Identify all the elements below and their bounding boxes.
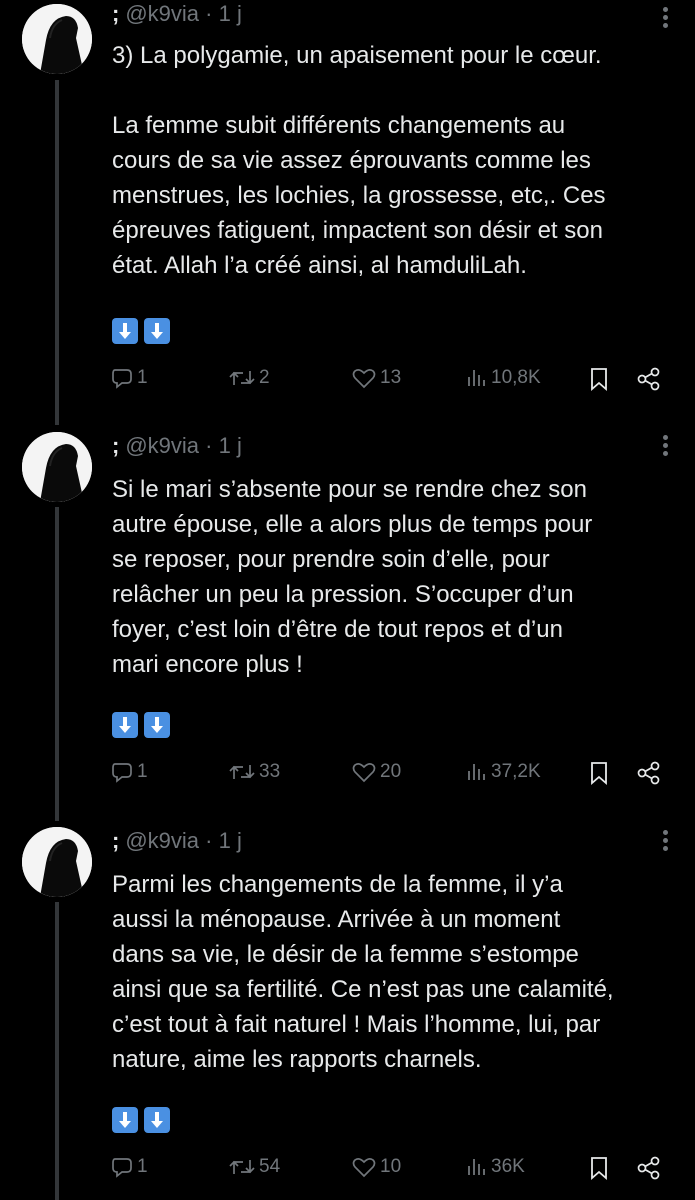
like-count: 13 [380, 367, 402, 388]
more-vertical-icon[interactable] [661, 827, 669, 855]
views-bar-chart-icon [468, 764, 485, 780]
author-handle[interactable]: @k9via [125, 828, 199, 853]
tweet[interactable]: ; @k9via · 1 j Parmi les changements de l… [0, 805, 695, 1200]
avatar[interactable] [22, 4, 92, 74]
share-button[interactable] [636, 366, 662, 392]
retweet-icon [229, 1160, 255, 1174]
author-name[interactable]: ; [112, 828, 119, 853]
heart-icon [352, 369, 376, 389]
reply-count: 1 [137, 367, 148, 388]
views-button[interactable]: 37,2K [466, 760, 541, 784]
share-button[interactable] [636, 760, 662, 786]
emoji-arrows [112, 1107, 170, 1133]
tweet-text: Si le mari s’absente pour se rendre chez… [112, 476, 593, 678]
views-button[interactable]: 36K [466, 1155, 525, 1179]
retweet-button[interactable]: 2 [228, 366, 270, 390]
retweet-button[interactable]: 33 [228, 760, 280, 784]
emoji-arrows [112, 318, 170, 344]
bookmark-button[interactable] [588, 366, 610, 392]
more-vertical-icon[interactable] [661, 4, 669, 32]
tweet-actions: 1 54 10 36K [108, 1155, 668, 1185]
bookmark-button[interactable] [588, 1155, 610, 1181]
reply-count: 1 [137, 1156, 148, 1177]
author-name[interactable]: ; [112, 433, 119, 458]
reply-button[interactable]: 1 [110, 366, 148, 390]
tweet-time[interactable]: 1 j [219, 828, 242, 853]
share-icon [637, 761, 660, 785]
retweet-button[interactable]: 54 [228, 1155, 280, 1179]
bookmark-icon [591, 762, 607, 785]
avatar[interactable] [22, 827, 92, 897]
down-arrow-emoji-icon [144, 1107, 170, 1133]
view-count: 36K [491, 1156, 525, 1177]
author-name[interactable]: ; [112, 1, 119, 26]
tweet-header: ; @k9via · 1 j [112, 0, 242, 28]
tweet[interactable]: ; @k9via · 1 j 3) La polygamie, un apaise… [0, 0, 695, 410]
tweet-text: Parmi les changements de la femme, il y’… [112, 871, 614, 1073]
like-count: 10 [380, 1156, 402, 1177]
down-arrow-emoji-icon [112, 1107, 138, 1133]
views-button[interactable]: 10,8K [466, 366, 541, 390]
view-count: 10,8K [491, 367, 541, 388]
down-arrow-emoji-icon [112, 712, 138, 738]
bookmark-icon [591, 1157, 607, 1180]
retweet-count: 33 [259, 761, 281, 782]
share-icon [637, 1156, 660, 1180]
tweet-text: 3) La polygamie, un apaisement pour le c… [112, 42, 606, 279]
separator-dot: · [199, 828, 219, 853]
retweet-count: 2 [259, 367, 270, 388]
down-arrow-emoji-icon [144, 318, 170, 344]
like-button[interactable]: 20 [351, 760, 401, 784]
reply-icon [112, 1158, 132, 1178]
reply-count: 1 [137, 761, 148, 782]
separator-dot: · [199, 1, 219, 26]
like-button[interactable]: 10 [351, 1155, 401, 1179]
tweet-actions: 1 2 13 10,8K [108, 366, 668, 396]
reply-icon [112, 763, 132, 783]
bookmark-icon [591, 368, 607, 391]
tweet-header: ; @k9via · 1 j [112, 827, 242, 855]
share-button[interactable] [636, 1155, 662, 1181]
retweet-icon [229, 765, 255, 779]
reply-icon [112, 369, 132, 389]
views-bar-chart-icon [468, 370, 485, 386]
tweet-time[interactable]: 1 j [219, 433, 242, 458]
retweet-count: 54 [259, 1156, 281, 1177]
bookmark-button[interactable] [588, 760, 610, 786]
more-vertical-icon[interactable] [661, 432, 669, 460]
separator-dot: · [199, 433, 219, 458]
tweet-time[interactable]: 1 j [219, 1, 242, 26]
tweet-header: ; @k9via · 1 j [112, 432, 242, 460]
avatar[interactable] [22, 432, 92, 502]
views-bar-chart-icon [468, 1159, 485, 1175]
author-handle[interactable]: @k9via [125, 433, 199, 458]
heart-icon [352, 1158, 376, 1178]
tweet[interactable]: ; @k9via · 1 j Si le mari s’absente pour … [0, 410, 695, 805]
like-button[interactable]: 13 [351, 366, 401, 390]
down-arrow-emoji-icon [112, 318, 138, 344]
heart-icon [352, 763, 376, 783]
emoji-arrows [112, 712, 170, 738]
author-handle[interactable]: @k9via [125, 1, 199, 26]
reply-button[interactable]: 1 [110, 760, 148, 784]
down-arrow-emoji-icon [144, 712, 170, 738]
view-count: 37,2K [491, 761, 541, 782]
share-icon [637, 367, 660, 391]
timeline-feed: ; @k9via · 1 j 3) La polygamie, un apaise… [0, 0, 695, 1200]
like-count: 20 [380, 761, 402, 782]
tweet-actions: 1 33 20 37,2K [108, 760, 668, 790]
reply-button[interactable]: 1 [110, 1155, 148, 1179]
retweet-icon [229, 371, 255, 385]
